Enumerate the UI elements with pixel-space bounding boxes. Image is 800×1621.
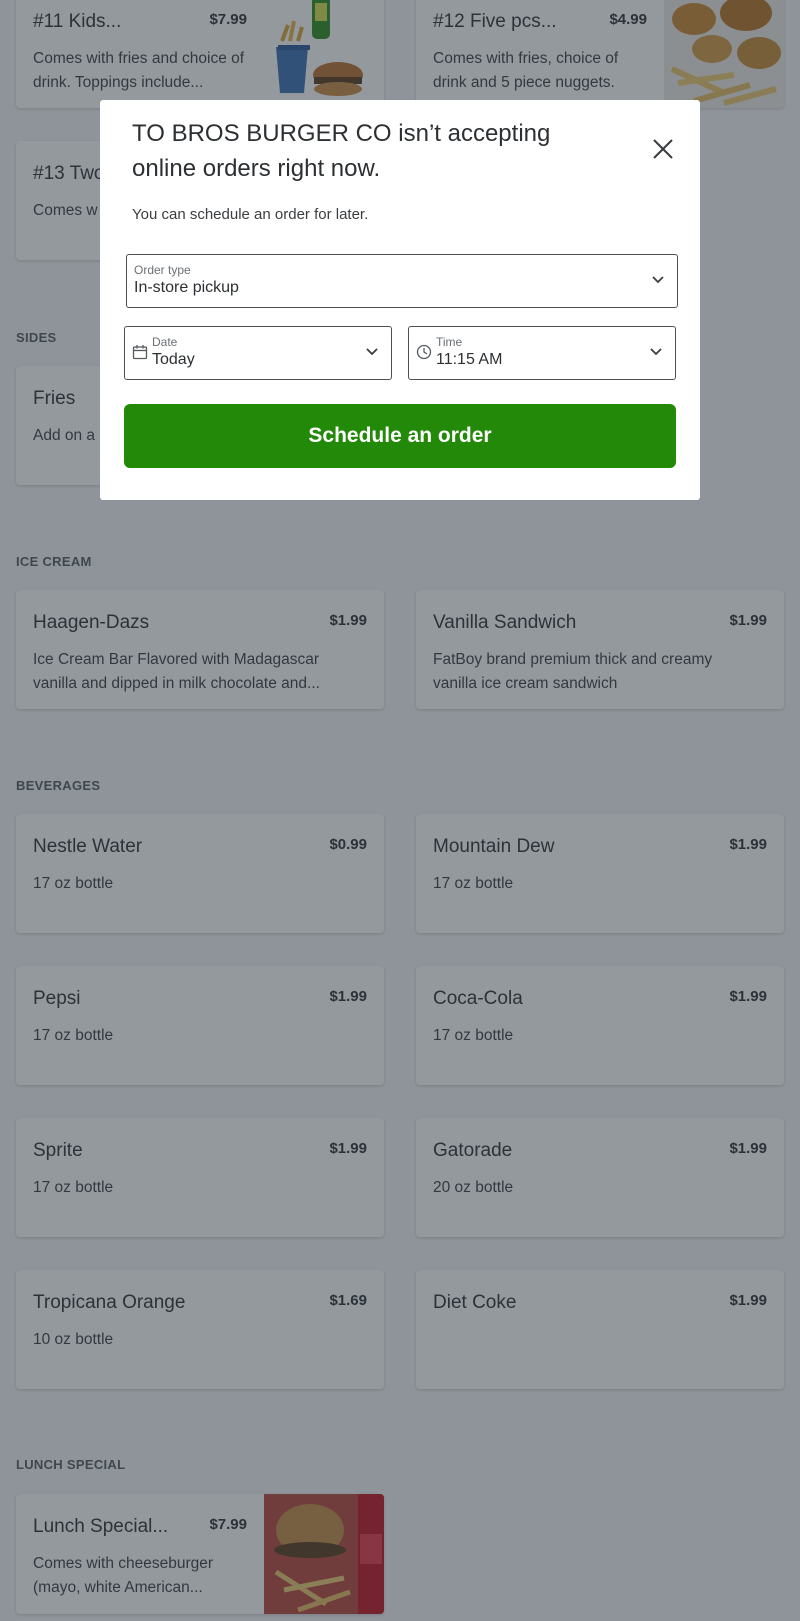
date-select[interactable]: Date Today	[124, 326, 392, 380]
date-label: Date	[152, 335, 178, 349]
order-type-label: Order type	[134, 263, 191, 277]
chevron-down-icon	[650, 348, 662, 356]
schedule-order-modal: TO BROS BURGER CO isn’t accepting online…	[100, 100, 700, 500]
close-button[interactable]	[648, 134, 678, 164]
order-type-value: In-store pickup	[134, 279, 239, 296]
time-select[interactable]: Time 11:15 AM	[408, 326, 676, 380]
date-value: Today	[152, 351, 195, 368]
modal-title: TO BROS BURGER CO isn’t accepting online…	[132, 120, 551, 182]
time-value: 11:15 AM	[436, 351, 503, 368]
chevron-down-icon	[652, 276, 664, 284]
order-type-select[interactable]: Order type In-store pickup	[126, 254, 678, 308]
modal-subtitle: You can schedule an order for later.	[132, 206, 369, 223]
time-label: Time	[436, 335, 463, 349]
clock-icon	[416, 344, 432, 360]
schedule-order-button[interactable]: Schedule an order	[124, 404, 676, 468]
close-icon	[653, 139, 673, 159]
calendar-icon	[132, 345, 148, 360]
chevron-down-icon	[366, 348, 378, 356]
